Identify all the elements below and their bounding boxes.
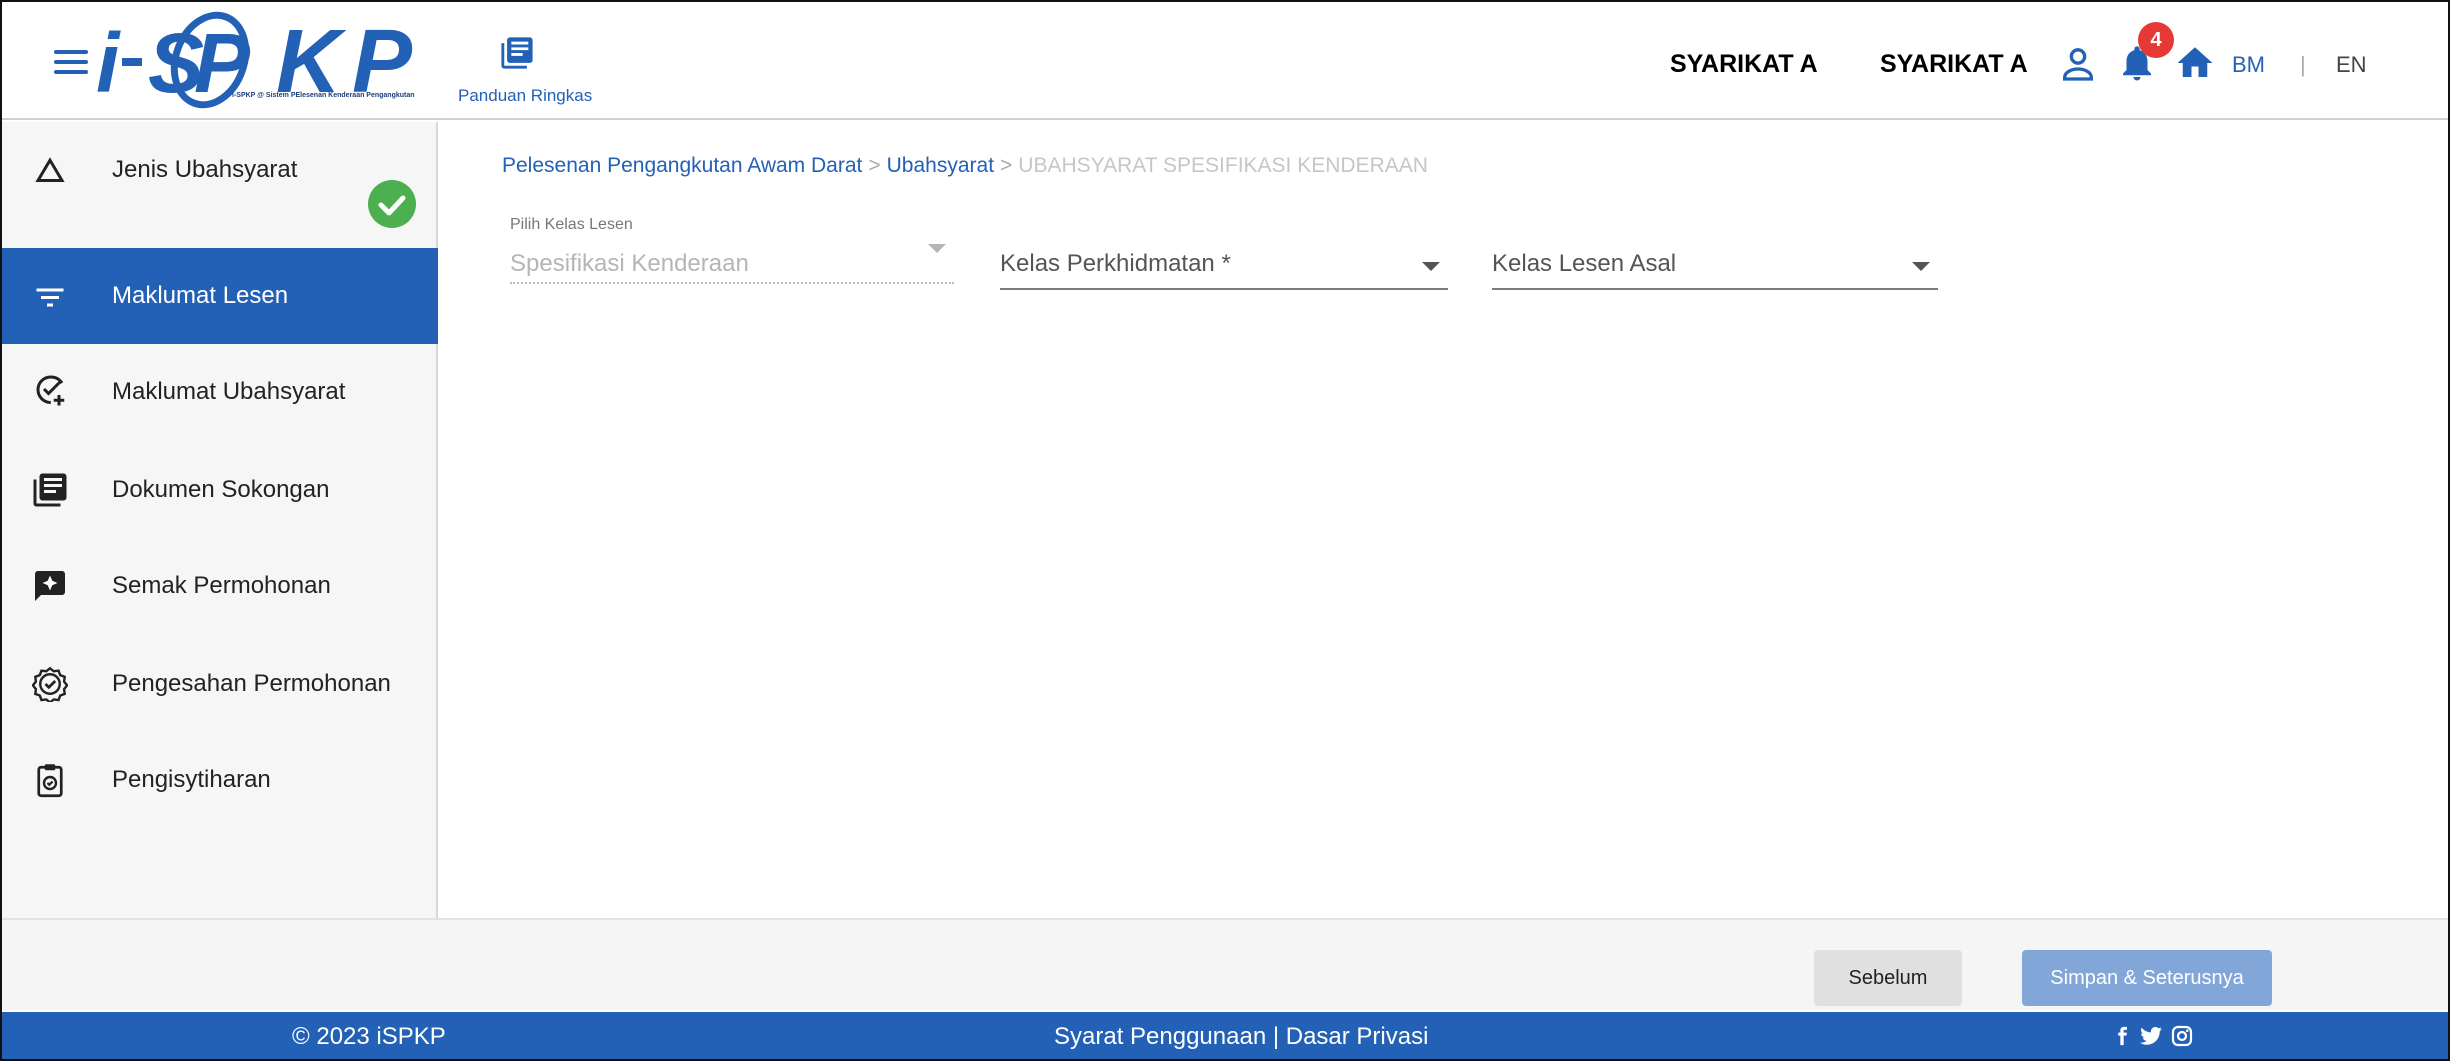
language-bm-button[interactable]: BM bbox=[2232, 52, 2265, 78]
guide-book-icon bbox=[501, 37, 533, 69]
sidebar-item-dokumen-sokongan[interactable]: Dokumen Sokongan bbox=[2, 442, 438, 538]
company-name-secondary: SYARIKAT A bbox=[1880, 50, 2028, 78]
facebook-icon[interactable] bbox=[2112, 1024, 2132, 1048]
field-value: Spesifikasi Kenderaan bbox=[510, 250, 749, 277]
sidebar-item-label: Pengesahan Permohonan bbox=[112, 670, 391, 697]
sidebar-item-maklumat-lesen[interactable]: Maklumat Lesen bbox=[2, 248, 438, 344]
notification-badge: 4 bbox=[2138, 22, 2174, 58]
review-icon bbox=[35, 571, 65, 601]
check-circle-icon bbox=[368, 180, 416, 228]
breadcrumb-separator: > bbox=[1000, 154, 1013, 177]
social-links bbox=[2112, 1024, 2202, 1050]
svg-text:i: i bbox=[96, 16, 121, 110]
sidebar-item-label: Semak Permohonan bbox=[112, 572, 331, 599]
footer: © 2023 iSPKP Syarat Penggunaan | Dasar P… bbox=[2, 1012, 2448, 1059]
field-label: Pilih Kelas Lesen bbox=[510, 216, 633, 233]
action-bar: Sebelum Simpan & Seterusnya bbox=[2, 918, 2448, 1010]
sidebar-item-label: Jenis Ubahsyarat bbox=[112, 156, 298, 183]
guide-label: Panduan Ringkas bbox=[458, 86, 593, 105]
logo-subtitle: i-SPKP @ Sistem PElesenan Kenderaan Peng… bbox=[232, 92, 415, 99]
service-class-select[interactable]: Kelas Perkhidmatan * bbox=[1000, 230, 1448, 290]
sidebar-item-maklumat-ubahsyarat[interactable]: Maklumat Ubahsyarat bbox=[2, 344, 438, 440]
dropdown-arrow-icon bbox=[928, 244, 946, 253]
home-icon[interactable] bbox=[2174, 42, 2216, 84]
company-name: SYARIKAT A bbox=[1670, 50, 1818, 78]
document-icon bbox=[33, 473, 67, 507]
top-header: i S P K P i-SPKP @ Sistem PElesenan Kend… bbox=[2, 2, 2448, 120]
breadcrumb-link[interactable]: Pelesenan Pengangkutan Awam Darat bbox=[502, 154, 862, 177]
menu-icon[interactable] bbox=[54, 50, 88, 76]
dropdown-arrow-icon bbox=[1422, 262, 1440, 271]
sidebar-item-label: Dokumen Sokongan bbox=[112, 476, 330, 503]
check-add-icon bbox=[36, 375, 65, 406]
sidebar-item-jenis-ubahsyarat[interactable]: Jenis Ubahsyarat bbox=[2, 122, 438, 228]
language-en-button[interactable]: EN bbox=[2336, 52, 2367, 78]
filter-icon bbox=[36, 288, 64, 307]
original-license-class-select[interactable]: Kelas Lesen Asal bbox=[1492, 230, 1938, 290]
copyright-text: © 2023 iSPKP bbox=[292, 1023, 446, 1050]
language-separator: | bbox=[2300, 52, 2306, 77]
terms-privacy-links[interactable]: Syarat Penggunaan | Dasar Privasi bbox=[1054, 1023, 1428, 1051]
triangle-icon bbox=[35, 157, 65, 182]
sidebar-item-pengisytiharan[interactable]: Pengisytiharan bbox=[2, 732, 438, 828]
sidebar-item-semak-permohonan[interactable]: Semak Permohonan bbox=[2, 538, 438, 634]
license-class-select[interactable]: Pilih Kelas Lesen Spesifikasi Kenderaan bbox=[510, 216, 954, 284]
field-placeholder: Kelas Lesen Asal bbox=[1492, 250, 1677, 277]
step-sidebar: Jenis Ubahsyarat Maklumat Lesen Maklumat… bbox=[2, 122, 438, 918]
previous-button[interactable]: Sebelum bbox=[1814, 950, 1962, 1006]
field-placeholder: Kelas Perkhidmatan * bbox=[1000, 250, 1231, 277]
verified-icon bbox=[32, 666, 68, 702]
breadcrumb-link[interactable]: Ubahsyarat bbox=[887, 154, 994, 177]
breadcrumb-separator: > bbox=[868, 154, 881, 177]
ispkp-logo[interactable]: i S P K P bbox=[90, 8, 440, 116]
dropdown-arrow-icon bbox=[1912, 262, 1930, 271]
sidebar-item-label: Maklumat Lesen bbox=[112, 282, 289, 309]
clipboard-icon bbox=[37, 764, 63, 798]
breadcrumb: Pelesenan Pengangkutan Awam Darat > Ubahsy… bbox=[502, 154, 1428, 178]
user-icon[interactable] bbox=[2058, 44, 2098, 84]
sidebar-item-label: Maklumat Ubahsyarat bbox=[112, 378, 346, 405]
twitter-icon[interactable] bbox=[2138, 1024, 2164, 1048]
breadcrumb-current: UBAHSYARAT SPESIFIKASI KENDERAAN bbox=[1018, 154, 1428, 177]
sidebar-item-pengesahan-permohonan[interactable]: Pengesahan Permohonan bbox=[2, 636, 438, 732]
instagram-icon[interactable] bbox=[2170, 1024, 2194, 1048]
save-and-continue-button[interactable]: Simpan & Seterusnya bbox=[2022, 950, 2272, 1006]
sidebar-item-label: Pengisytiharan bbox=[112, 766, 271, 793]
